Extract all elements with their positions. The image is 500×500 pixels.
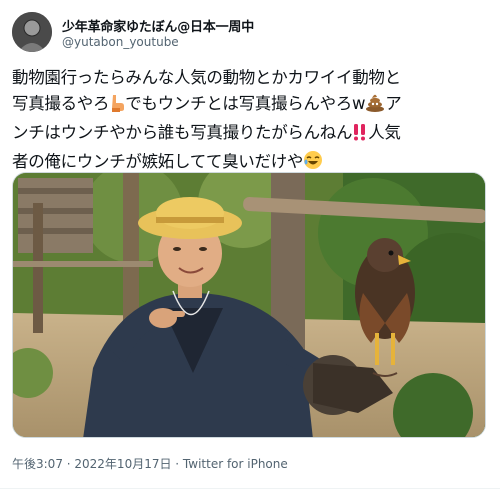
poop-icon xyxy=(365,92,385,120)
tweet-line-1-text: 動物園行ったらみんな人気の動物とかカワイイ動物と xyxy=(12,68,401,87)
author-avatar[interactable] xyxy=(12,12,52,52)
tweet-line-3-text-b: 人気 xyxy=(368,123,401,142)
tweet-line-3-text: ンチはウンチやから誰も写真撮りたがらんねん xyxy=(12,123,353,142)
pointing-finger-icon xyxy=(109,94,125,120)
avatar-photo-icon xyxy=(12,12,52,52)
tweet-text: 動物園行ったらみんな人気の動物とかカワイイ動物と 写真撮るやろ でもウンチとは写真… xyxy=(12,65,490,178)
author-handle[interactable]: @yutabon_youtube xyxy=(62,35,179,49)
photo-boy-with-hawk-icon xyxy=(13,173,485,437)
author-display-name[interactable]: 少年革命家ゆたぼん@日本一周中 xyxy=(62,16,254,35)
tweet-line-4-text: 者の俺にウンチが嫉妬してて臭いだけや xyxy=(12,152,304,171)
tweet-line-2-text-c: ア xyxy=(385,94,402,113)
tweet-line-2: 写真撮るやろ でもウンチとは写真撮らんやろw ア xyxy=(12,91,490,120)
tweet-timestamp[interactable]: 午後3:07 · 2022年10月17日 · Twitter for iPhon… xyxy=(12,455,288,472)
tweet-line-3: ンチはウンチやから誰も写真撮りたがらんねん 人気 xyxy=(12,120,490,149)
tweet-card: 少年革命家ゆたぼん@日本一周中 @yutabon_youtube 動物園行ったら… xyxy=(0,0,500,500)
tweet-photo[interactable] xyxy=(12,172,486,438)
double-exclamation-icon xyxy=(352,123,368,149)
tweet-line-2-text-b: でもウンチとは写真撮らんやろw xyxy=(125,94,366,113)
tweet-line-1: 動物園行ったらみんな人気の動物とかカワイイ動物と xyxy=(12,65,490,91)
tweet-line-2-text: 写真撮るやろ xyxy=(12,94,110,113)
tweet-divider xyxy=(0,488,500,489)
